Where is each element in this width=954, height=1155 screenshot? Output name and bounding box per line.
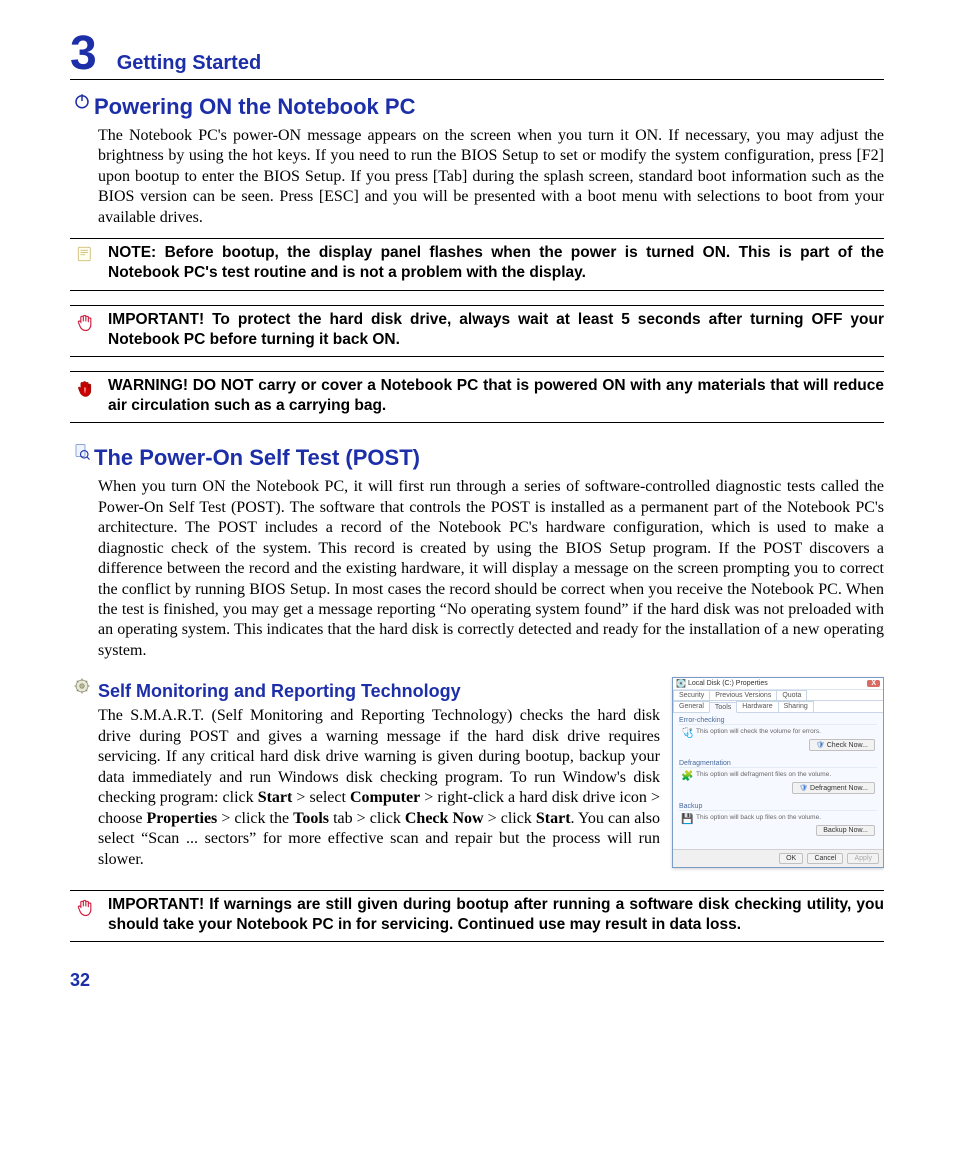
chapter-number: 3	[70, 30, 97, 78]
group-backup-desc: This option will back up files on the vo…	[696, 814, 875, 822]
defragment-now-button[interactable]: Defragment Now...	[792, 782, 875, 794]
smart-heading: Self Monitoring and Reporting Technology	[98, 681, 461, 702]
tab-general[interactable]: General	[673, 701, 710, 712]
disk-icon: 💽	[676, 679, 686, 688]
group-error-checking-label: Error-checking	[679, 717, 877, 724]
gear-disk-icon	[70, 677, 94, 695]
power-icon	[70, 92, 94, 110]
backup-now-button[interactable]: Backup Now...	[816, 825, 875, 836]
defrag-icon: 🧩	[681, 771, 693, 782]
powering-on-heading: Powering ON the Notebook PC	[94, 94, 415, 120]
group-backup-label: Backup	[679, 803, 877, 810]
note-icon	[70, 243, 100, 263]
warning-text: WARNING! DO NOT carry or cover a Noteboo…	[100, 376, 884, 416]
group-defrag-desc: This option will defragment files on the…	[696, 771, 875, 779]
tab-quota[interactable]: Quota	[776, 690, 807, 700]
dialog-close-button[interactable]: X	[867, 680, 880, 687]
chapter-header: 3 Getting Started	[70, 30, 884, 80]
warning-callout: ! WARNING! DO NOT carry or cover a Noteb…	[70, 371, 884, 423]
dialog-apply-button[interactable]: Apply	[847, 853, 879, 864]
group-error-checking-desc: This option will check the volume for er…	[696, 728, 875, 736]
note-text: NOTE: Before bootup, the display panel f…	[100, 243, 884, 283]
tab-tools[interactable]: Tools	[709, 702, 737, 713]
backup-icon: 💾	[681, 814, 693, 825]
important-callout-2: IMPORTANT! If warnings are still given d…	[70, 890, 884, 942]
warning-hand-icon: !	[70, 376, 100, 400]
page-number: 32	[70, 970, 884, 991]
chapter-title: Getting Started	[117, 52, 261, 79]
hand-stop-icon-2	[70, 895, 100, 919]
post-body: When you turn ON the Notebook PC, it wil…	[98, 477, 884, 661]
svg-text:!: !	[84, 385, 87, 394]
powering-on-body: The Notebook PC's power-ON message appea…	[98, 126, 884, 228]
tab-security[interactable]: Security	[673, 690, 710, 700]
important1-text: IMPORTANT! To protect the hard disk driv…	[100, 310, 884, 350]
important2-text: IMPORTANT! If warnings are still given d…	[100, 895, 884, 935]
dialog-title: Local Disk (C:) Properties	[688, 680, 768, 687]
tab-prev-versions[interactable]: Previous Versions	[709, 690, 777, 700]
dialog-tabs-row2: General Tools Hardware Sharing	[673, 701, 883, 713]
dialog-ok-button[interactable]: OK	[779, 853, 803, 864]
check-now-button[interactable]: Check Now...	[809, 739, 875, 751]
post-heading: The Power-On Self Test (POST)	[94, 445, 420, 471]
hand-stop-icon	[70, 310, 100, 334]
tab-hardware[interactable]: Hardware	[736, 701, 778, 712]
search-doc-icon	[70, 443, 94, 461]
tab-sharing[interactable]: Sharing	[778, 701, 814, 712]
group-defrag-label: Defragmentation	[679, 760, 877, 767]
note-callout: NOTE: Before bootup, the display panel f…	[70, 238, 884, 290]
error-check-icon: 🩺	[681, 728, 693, 739]
disk-properties-dialog: 💽 Local Disk (C:) Properties X Security …	[672, 677, 884, 867]
dialog-tabs-row1: Security Previous Versions Quota	[673, 690, 883, 701]
important-callout-1: IMPORTANT! To protect the hard disk driv…	[70, 305, 884, 357]
dialog-cancel-button[interactable]: Cancel	[807, 853, 843, 864]
